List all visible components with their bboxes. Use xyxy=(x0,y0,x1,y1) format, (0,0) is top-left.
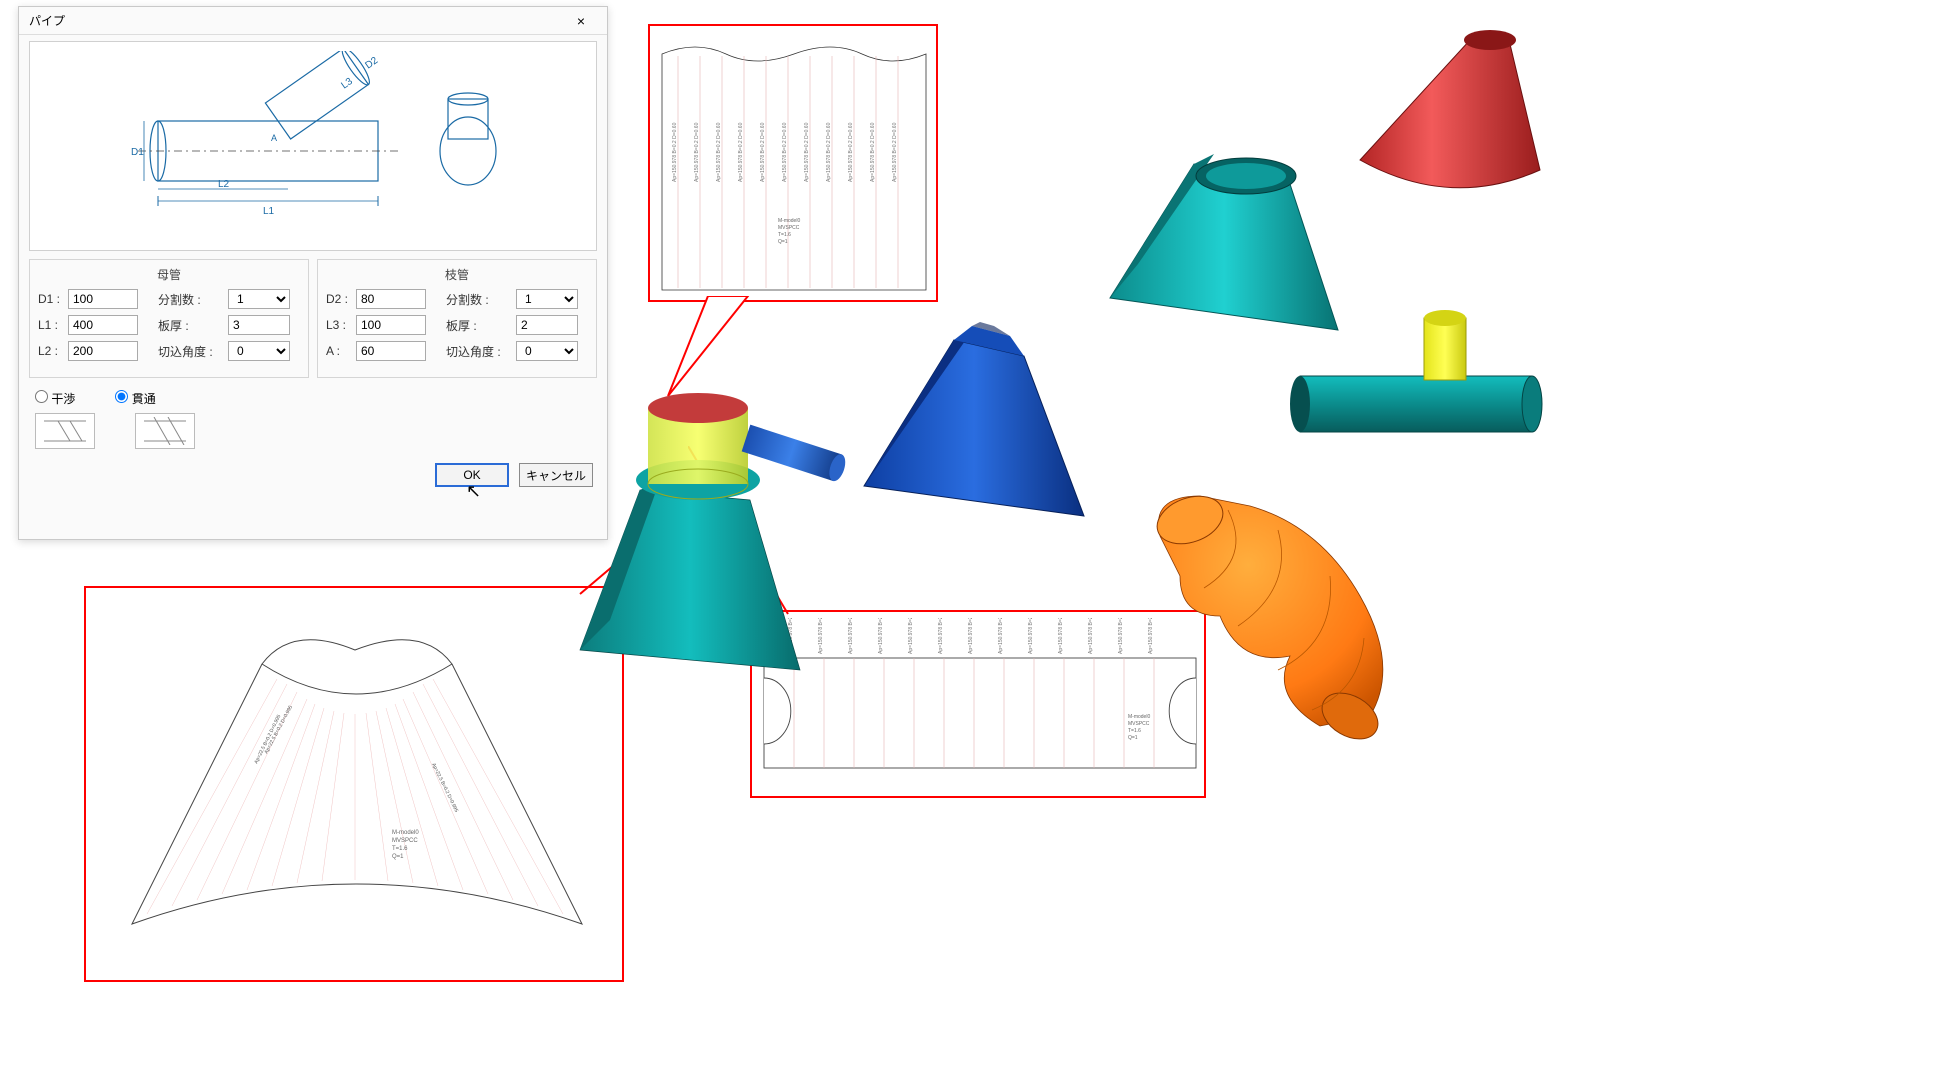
mode-radios: 干渉 貫通 xyxy=(19,378,607,413)
close-icon[interactable]: × xyxy=(561,10,601,32)
dev-meta: T=1.6 xyxy=(778,232,791,238)
model-orange-elbow xyxy=(1120,466,1440,756)
model-frustum-assembly xyxy=(550,360,850,680)
radio-interfere[interactable]: 干渉 xyxy=(35,390,75,407)
dev-line-label: Ap=150.978 B=0.2 D=0.60 xyxy=(826,122,832,182)
l1-input[interactable] xyxy=(68,315,138,335)
branch-angle-select[interactable]: 0 xyxy=(516,341,578,361)
dev-meta: Q=1 xyxy=(392,854,404,860)
main-thick-label: 板厚 : xyxy=(158,317,228,334)
group-branch-title: 枝管 xyxy=(326,266,588,283)
dev-line-label: Ap=150.978 B=0.2 D=0.60 xyxy=(892,122,898,182)
dev-line-label: Ap=150.978 B=0.2 D=0.60 xyxy=(760,122,766,182)
dev-line-label: Ap=150.978 B=0.2 D=0.60 xyxy=(672,122,678,182)
arc-label: Ap=22.5 B=0.2 D=0.995 xyxy=(430,762,459,813)
dim-a: A xyxy=(271,133,277,143)
dev-line-label: Ap=150.978 B=0.2 D=0.60 xyxy=(804,122,810,182)
dialog-titlebar: パイプ × xyxy=(19,7,607,35)
dev-line-label: Ap=150.978 B=0.2 D=0.60 xyxy=(716,122,722,182)
d1-label: D1 : xyxy=(38,292,68,306)
dialog-buttons: OK ↖ キャンセル xyxy=(19,455,607,495)
branch-angle-label: 切込角度 : xyxy=(446,343,516,360)
dev-line-label: Ap=150.978 B=2 D=0.60 xyxy=(878,618,884,654)
main-angle-label: 切込角度 : xyxy=(158,343,228,360)
dev-line-label: Ap=150.978 B=2 D=0.60 xyxy=(998,618,1004,654)
model-tee-pipe xyxy=(1290,290,1550,470)
main-thick-input[interactable] xyxy=(228,315,290,335)
d2-label: D2 : xyxy=(326,292,356,306)
main-split-select[interactable]: 1 xyxy=(228,289,290,309)
main-split-label: 分割数 : xyxy=(158,291,228,308)
d1-input[interactable] xyxy=(68,289,138,309)
dev-line-label: Ap=150.978 B=0.2 D=0.60 xyxy=(782,122,788,182)
schematic-diagram: L1 L2 D1 A L3 D2 xyxy=(29,41,597,251)
dev-line-label: Ap=150.978 B=2 D=0.60 xyxy=(908,618,914,654)
group-main-pipe: 母管 D1 : 分割数 : 1 L1 : 板厚 : L2 : 切込角度 : 0 xyxy=(29,259,309,378)
branch-split-select[interactable]: 1 xyxy=(516,289,578,309)
l2-label: L2 : xyxy=(38,344,68,358)
a-input[interactable] xyxy=(356,341,426,361)
dim-l1: L1 xyxy=(263,206,275,217)
dev-meta: MVSPCC xyxy=(778,225,800,231)
dev-line-label: Ap=150.978 B=2 D=0.60 xyxy=(1028,618,1034,654)
dim-l3: L3 xyxy=(339,76,355,92)
l2-input[interactable] xyxy=(68,341,138,361)
dialog-title: パイプ xyxy=(29,12,65,29)
radio-through[interactable]: 貫通 xyxy=(115,390,155,407)
dev-line-label: Ap=150.978 B=2 D=0.60 xyxy=(968,618,974,654)
arc-label: Ap=22.5 B=0.2 D=0.995 xyxy=(253,714,282,765)
d2-input[interactable] xyxy=(356,289,426,309)
dev-meta: MVSPCC xyxy=(392,838,418,844)
dev-line-label: Ap=150.978 B=0.2 D=0.60 xyxy=(848,122,854,182)
dev-meta: Q=1 xyxy=(778,239,788,245)
dev-line-label: Ap=150.978 B=0.2 D=0.60 xyxy=(694,122,700,182)
cursor-icon: ↖ xyxy=(466,481,481,502)
callout-rect-development: Ap=150.978 B=0.2 D=0.60 Ap=150.978 B=0.2… xyxy=(648,24,938,302)
a-label: A : xyxy=(326,344,356,358)
pipe-dialog: パイプ × L1 L2 D1 A L3 D2 xyxy=(18,6,608,540)
parameter-groups: 母管 D1 : 分割数 : 1 L1 : 板厚 : L2 : 切込角度 : 0 … xyxy=(19,259,607,378)
dim-d2: D2 xyxy=(363,55,380,72)
branch-thick-input[interactable] xyxy=(516,315,578,335)
callout-fan-development: Ap=22.5 B=0.2 D=0.995 Ap=22.5 B=0.2 D=0.… xyxy=(84,586,624,982)
model-red-cone xyxy=(1340,10,1560,210)
thumb-interfere[interactable] xyxy=(35,413,95,449)
ok-button[interactable]: OK ↖ xyxy=(435,463,509,487)
dim-l2: L2 xyxy=(218,179,230,190)
group-main-title: 母管 xyxy=(38,266,300,283)
l3-input[interactable] xyxy=(356,315,426,335)
arc-label: Ap=22.5 B=0.2 D=0.995 xyxy=(263,704,294,755)
dev-line-label: Ap=150.978 B=2 D=0.60 xyxy=(1088,618,1094,654)
branch-thick-label: 板厚 : xyxy=(446,317,516,334)
dev-line-label: Ap=150.978 B=2 D=0.60 xyxy=(1058,618,1064,654)
model-blue-hopper xyxy=(844,286,1124,536)
main-angle-select[interactable]: 0 xyxy=(228,341,290,361)
l3-label: L3 : xyxy=(326,318,356,332)
l1-label: L1 : xyxy=(38,318,68,332)
dev-meta: T=1.6 xyxy=(392,846,408,852)
dev-line-label: Ap=150.978 B=0.2 D=0.60 xyxy=(870,122,876,182)
dev-meta: M-model0 xyxy=(392,830,419,836)
dim-d1: D1 xyxy=(131,147,144,158)
branch-split-label: 分割数 : xyxy=(446,291,516,308)
mode-thumbnails xyxy=(19,413,607,455)
dev-line-label: Ap=150.978 B=0.2 D=0.60 xyxy=(738,122,744,182)
dev-line-label: Ap=150.978 B=2 D=0.60 xyxy=(938,618,944,654)
thumb-through[interactable] xyxy=(135,413,195,449)
dev-meta: M-model0 xyxy=(778,218,800,224)
